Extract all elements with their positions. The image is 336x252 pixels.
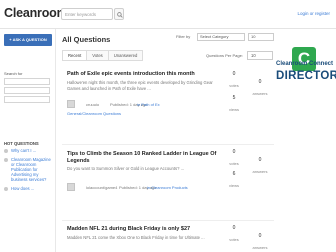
question-excerpt: Hallowe'en night this month, the three e… [67,80,213,91]
hot-question-item[interactable]: Cleanroom Magazine or Cleanroom Publicat… [4,157,54,182]
hot-question-item[interactable]: Why can't I ... [4,148,54,153]
hot-questions-heading: HOT QUESTIONS [4,141,39,146]
votes-stat: 0 votes [229,71,239,88]
votes-stat: 0 votes [229,149,239,166]
answers-stat: 0 answers [252,79,268,96]
question-meta: lolaccount/game4 Published: 1 day ago in… [67,183,217,191]
votes-stat: 0 votes [229,225,239,242]
search-button[interactable] [114,8,124,20]
question-title[interactable]: Path of Exile epic events introduction t… [67,71,217,78]
search-for-label: Search for [4,71,23,76]
question-author[interactable]: lolaccount/game4 [86,185,117,190]
left-sidebar: + ASK A QUESTION Search for HOT QUESTION… [0,29,56,252]
directory-ad[interactable]: C Cleanroom Connect DIRECTORY [276,29,336,252]
per-page-input[interactable] [247,51,273,60]
page-title: All Questions [62,35,111,44]
sidebar-field-3[interactable] [4,96,50,103]
question-item: Tips to Climb the Season 10 Ranked Ladde… [62,145,274,221]
hot-question-item[interactable]: How does ... [4,186,54,191]
views-stat: 5 views [228,95,239,112]
hot-questions-list: Why can't I ... Cleanroom Magazine or Cl… [4,148,54,195]
question-tag[interactable]: General/Cleanroom Questions [67,111,121,116]
bullet-icon [4,149,8,153]
filter-label: Filter by [176,34,191,39]
tab-recent[interactable]: Recent [62,50,87,61]
top-bar: Cleanroom Login or register [0,0,336,29]
views-stat: 6 views [228,171,239,188]
sidebar-field-2[interactable] [4,87,50,94]
main-content: All Questions Filter by Select Category … [56,29,276,252]
per-page-select[interactable]: 10 [248,33,274,41]
ad-subtitle: DIRECTORY [276,70,336,82]
question-item: Path of Exile epic events introduction t… [62,67,274,145]
question-author[interactable]: cruuuio [86,102,99,107]
tab-unanswered[interactable]: Unanswered [107,50,144,61]
bullet-icon [4,158,8,162]
tab-votes[interactable]: Votes [86,50,108,61]
avatar[interactable] [67,183,75,191]
search-icon [117,12,123,18]
question-category[interactable]: in Path of Ex [137,102,160,107]
ad-title: Cleanroom Connect [276,61,334,67]
bullet-icon [4,187,8,191]
answers-stat: 0 answers [252,157,268,174]
login-register-link[interactable]: Login or register [297,11,330,16]
sidebar-search-field[interactable] [4,78,50,85]
question-excerpt: Do you want to Summon Silver or Gold in … [67,166,185,171]
question-meta: cruuuio Published: 1 day ago in Path of … [67,100,217,108]
cleanroom-logo-icon: C [292,47,316,71]
question-category[interactable]: in Cleanroom Products [147,185,188,190]
sort-tabs: Recent Votes Unanswered [62,50,144,61]
question-title[interactable]: Madden NFL 21 during Black Friday is onl… [67,226,217,233]
question-excerpt: Madden NFL 21 come the Xbox One to Black… [67,235,205,240]
category-filter-select[interactable]: Select Category [197,33,245,41]
per-page-label: Questions Per Page: [206,53,243,58]
question-item: Madden NFL 21 during Black Friday is onl… [62,221,274,252]
answers-stat: 0 answers [252,233,268,250]
question-title[interactable]: Tips to Climb the Season 10 Ranked Ladde… [67,151,217,164]
avatar[interactable] [67,100,75,108]
ask-question-button[interactable]: + ASK A QUESTION [4,34,52,46]
search-input[interactable] [61,8,113,20]
